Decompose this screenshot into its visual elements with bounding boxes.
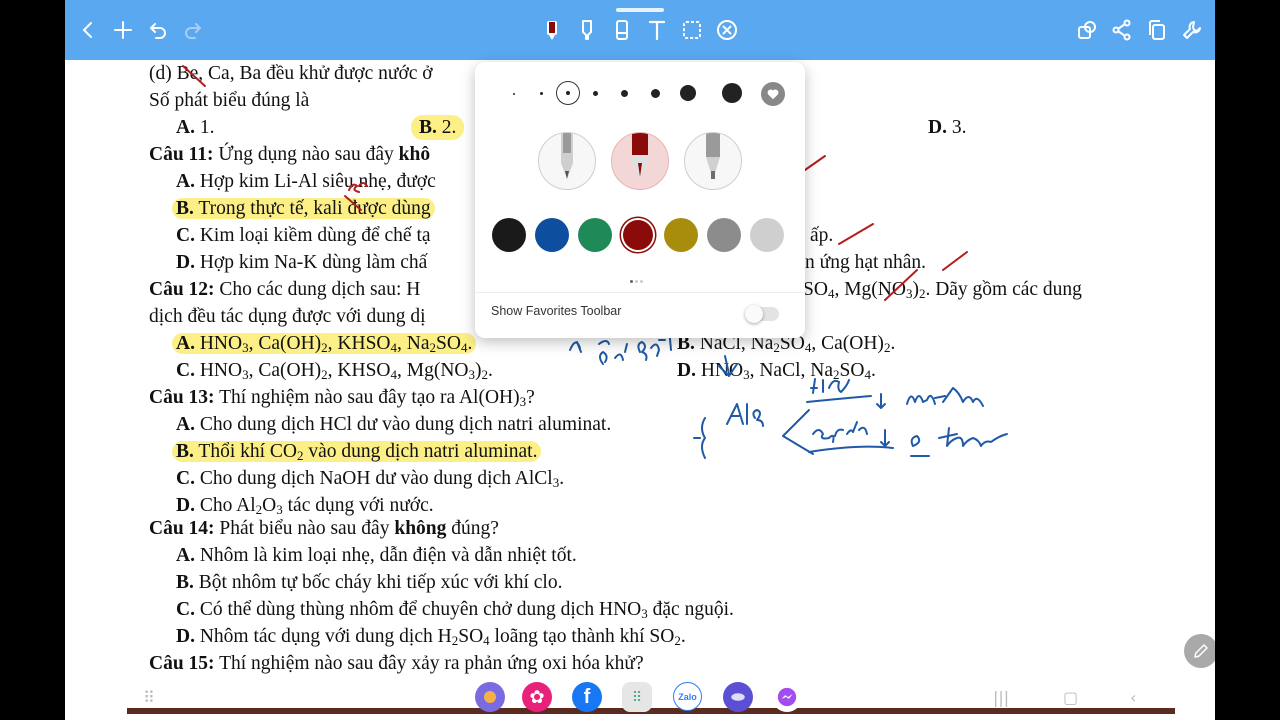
size-option-7[interactable] [680,85,696,101]
zalo-icon[interactable]: Zalo [673,682,702,711]
q12-stem-line2: dịch đều tác dụng được với dung dị [149,306,426,327]
size-option-6[interactable] [651,89,660,98]
pencil-icon[interactable] [684,132,742,190]
pen-icon[interactable] [537,15,567,45]
close-circle-icon[interactable] [712,15,742,45]
internet-icon[interactable] [723,682,753,712]
pen-settings-popup: Show Favorites Toolbar [475,62,805,338]
text-icon[interactable] [642,15,672,45]
shapes-icon[interactable] [1072,15,1102,45]
q15-stem: Câu 15: Thí nghiệm nào sau đây xảy ra ph… [149,653,644,674]
q12-option-d: D. HNO3, NaCl, Na2SO4. [677,360,876,382]
q10-option-d: D. 3. [928,117,967,138]
back-icon[interactable] [73,15,103,45]
color-swatch-light-gray[interactable] [750,218,784,252]
q14-option-a: A. Nhôm là kim loại nhẹ, dẫn điện và dẫn… [176,545,577,566]
size-option-2[interactable] [540,92,543,95]
q12-stem: Câu 12: Cho các dung dịch sau: H [149,279,421,300]
top-toolbar [65,0,1215,60]
q11-option-b: B. Trong thực tế, kali được dùng [172,197,435,221]
doc-line-d: (d) Be, Ca, Ba đều khử được nước ở [149,63,433,84]
home-nav-icon[interactable]: ▢ [1063,688,1078,707]
apps-grid-icon[interactable]: ⠿ [622,682,652,712]
favorite-heart-icon[interactable] [761,82,785,106]
edit-pencil-fab[interactable] [1184,634,1215,668]
q13-option-d: D. Cho Al2O3 tác dụng với nước. [176,495,434,517]
share-icon[interactable] [1107,15,1137,45]
size-option-4[interactable] [593,91,598,96]
favorites-toolbar-toggle[interactable] [745,305,779,323]
favorites-toolbar-label: Show Favorites Toolbar [491,304,622,318]
ballpoint-pen-icon[interactable] [538,132,596,190]
q13-option-a: A. Cho dung dịch HCl dư vào dung dịch na… [176,414,612,435]
color-swatch-dark-red-selected[interactable] [621,218,655,252]
color-swatch-blue[interactable] [535,218,569,252]
q10-option-a: A. 1. [176,117,215,138]
highlighter-icon[interactable] [572,15,602,45]
facebook-icon[interactable]: f [572,682,602,712]
q11-stem: Câu 11: Ứng dụng nào sau đây khô [149,144,431,165]
undo-icon[interactable] [143,15,173,45]
color-swatch-olive[interactable] [664,218,698,252]
q12-option-a: A. HNO3, Ca(OH)2, KHSO4, Na2SO4. [172,332,477,356]
size-option-8[interactable] [722,83,742,103]
q14-option-c: C. Có thể dùng thùng nhôm để chuyên chở … [176,599,734,621]
blossom-app-icon[interactable]: ✿ [522,682,552,712]
galaxy-store-icon[interactable] [475,682,505,712]
messenger-icon[interactable] [772,682,802,712]
q13-stem: Câu 13: Thí nghiệm nào sau đây tạo ra Al… [149,387,535,409]
copy-icon[interactable] [1142,15,1172,45]
size-option-5[interactable] [621,90,628,97]
back-nav-icon[interactable]: ‹ [1130,688,1136,707]
q11-option-c: C. Kim loại kiềm dùng để chế tạ [176,225,431,246]
q13-option-c: C. Cho dung dịch NaOH dư vào dung dịch A… [176,468,565,490]
color-swatch-green[interactable] [578,218,612,252]
doc-line-answer-count: Số phát biểu đúng là [149,90,310,111]
size-option-1[interactable] [513,93,515,95]
recent-apps-grid-icon[interactable]: ⠿ [143,688,155,707]
q14-stem: Câu 14: Phát biểu nào sau đây không đúng… [149,518,499,539]
size-option-3-selected[interactable] [556,81,580,105]
color-swatch-gray[interactable] [707,218,741,252]
palette-page-indicator [629,270,644,288]
q12-stem-tail: SO4, Mg(NO3)2. Dãy gồm các dung [803,279,1082,301]
page-bottom-border [127,708,1175,714]
fountain-pen-icon[interactable] [611,132,669,190]
drag-handle[interactable] [616,8,664,12]
q12-option-c: C. HNO3, Ca(OH)2, KHSO4, Mg(NO3)2. [176,360,493,382]
q14-option-b: B. Bột nhôm tự bốc cháy khi tiếp xúc với… [176,572,563,593]
q10-option-b: B. 2. [411,115,465,140]
popup-divider [475,292,805,293]
lasso-icon[interactable] [677,15,707,45]
color-swatch-black[interactable] [492,218,526,252]
redo-icon[interactable] [178,15,208,45]
settings-wrench-icon[interactable] [1177,15,1207,45]
q11-option-a: A. Hợp kim Li-Al siêu nhẹ, được [176,171,436,192]
eraser-icon[interactable] [607,15,637,45]
q14-option-d: D. Nhôm tác dụng với dung dịch H2SO4 loã… [176,626,686,648]
q11-option-d: D. Hợp kim Na-K dùng làm chấ [176,252,428,273]
q11-option-d-tail: n ứng hạt nhân. [805,252,927,273]
add-icon[interactable] [108,15,138,45]
q11-option-c-tail: ấp. [810,225,834,246]
q13-option-b: B. Thổi khí CO2 vào dung dịch natri alum… [172,440,542,464]
app-stage: (d) Be, Ca, Ba đều khử được nước ở Số ph… [65,0,1215,720]
recents-nav-icon[interactable]: ||| [993,688,1009,707]
